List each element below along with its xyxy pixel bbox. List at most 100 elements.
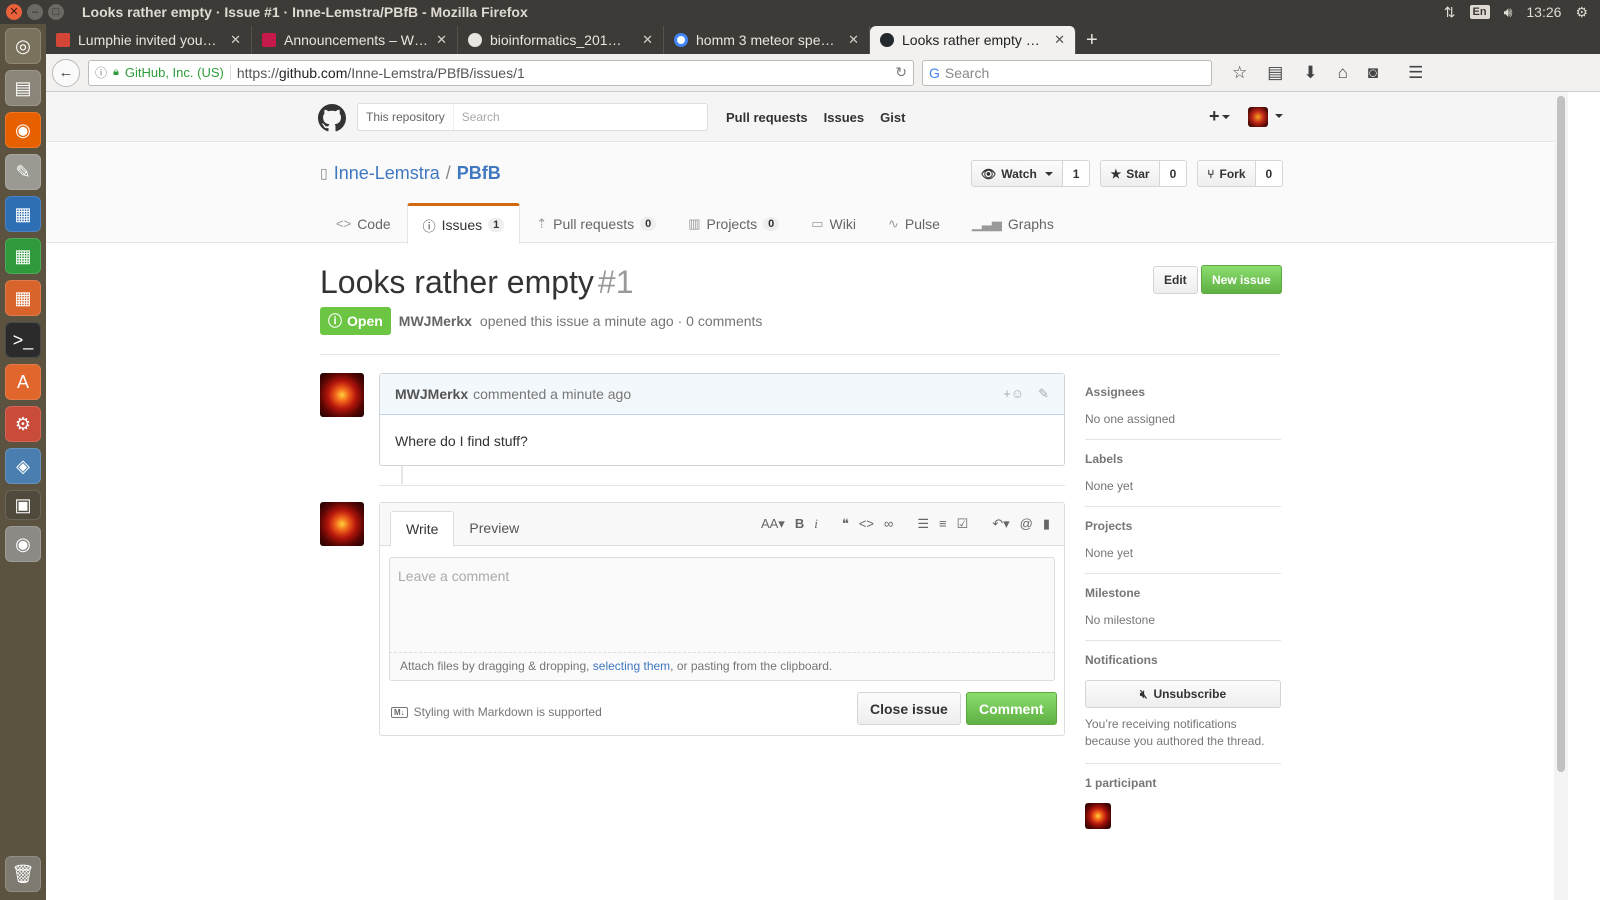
create-new-dropdown[interactable]: + (1209, 106, 1230, 127)
watch-button[interactable]: 👁︎ Watch (972, 161, 1063, 186)
comment-author-link[interactable]: MWJMerkx (395, 386, 468, 402)
trash-icon[interactable]: 🗑︎ (5, 856, 41, 892)
url-bar[interactable]: ⓘ 🔒︎ GitHub, Inc. (US) https://github.co… (88, 59, 914, 86)
tab-projects[interactable]: ▥ Projects 0 (672, 203, 795, 243)
browser-tab[interactable]: Announcements – W… ✕ (252, 26, 458, 54)
calc-icon[interactable]: ▦ (5, 238, 41, 274)
italic-icon[interactable]: i (814, 516, 818, 532)
current-user-avatar[interactable] (320, 502, 364, 546)
reply-icon[interactable]: ↶▾ (992, 516, 1009, 532)
watch-count[interactable]: 1 (1062, 161, 1090, 186)
window-maximize-button[interactable]: □ (48, 4, 64, 20)
code-icon[interactable]: <> (859, 516, 874, 532)
tab-close-icon[interactable]: ✕ (436, 32, 447, 48)
text-editor-icon[interactable]: ✎ (5, 154, 41, 190)
participant-avatar[interactable] (1085, 803, 1111, 829)
star-count[interactable]: 0 (1159, 161, 1187, 186)
markdown-help-link[interactable]: M↓ Styling with Markdown is supported (391, 705, 602, 719)
pocket-icon[interactable]: ◙ (1368, 63, 1378, 83)
sidebar-projects[interactable]: Projects None yet (1085, 507, 1281, 574)
back-button[interactable]: ← (52, 58, 80, 87)
tab-write[interactable]: Write (390, 511, 455, 546)
comment-timestamp[interactable]: commented a minute ago (473, 386, 631, 402)
user-avatar[interactable] (1248, 107, 1268, 127)
sidebar-labels[interactable]: Labels None yet (1085, 440, 1281, 507)
add-reaction-icon[interactable]: +☺ (1003, 386, 1024, 402)
github-logo-icon[interactable] (318, 104, 346, 132)
bulleted-list-icon[interactable]: ☰ (917, 516, 929, 532)
dash-home-icon[interactable]: ◎ (5, 28, 41, 64)
star-button[interactable]: ★ Star (1101, 161, 1160, 186)
attach-files-bar[interactable]: Attach files by dragging & dropping, sel… (389, 653, 1055, 681)
repo-search-input[interactable]: This repository Search (357, 103, 708, 131)
menu-icon[interactable]: ☰ (1408, 63, 1423, 83)
tab-close-icon[interactable]: ✕ (230, 32, 241, 48)
bookmark-star-icon[interactable]: ☆ (1232, 63, 1247, 83)
software-center-icon[interactable]: A (5, 364, 41, 400)
link-icon[interactable]: ∞ (884, 516, 893, 532)
impress-icon[interactable]: ▦ (5, 280, 41, 316)
tab-graphs[interactable]: ▁▃▅ Graphs (956, 203, 1070, 243)
comment-textarea[interactable]: Leave a comment (389, 557, 1055, 653)
numbered-list-icon[interactable]: ≡ (939, 516, 947, 532)
select-files-link[interactable]: selecting them (593, 659, 670, 673)
url-text[interactable]: https://github.com/Inne-Lemstra/PBfB/iss… (237, 65, 889, 81)
system-settings-icon[interactable]: ⚙ (5, 406, 41, 442)
chevron-down-icon[interactable] (1275, 114, 1283, 118)
repo-owner-link[interactable]: Inne-Lemstra (334, 163, 440, 184)
sidebar-milestone[interactable]: Milestone No milestone (1085, 574, 1281, 641)
unsubscribe-button[interactable]: 🔇︎ Unsubscribe (1085, 680, 1281, 708)
reading-list-icon[interactable]: ▤ (1267, 63, 1283, 83)
task-list-icon[interactable]: ☑ (957, 516, 969, 532)
bold-icon[interactable]: B (795, 516, 804, 532)
home-icon[interactable]: ⌂ (1338, 63, 1348, 83)
browser-tab[interactable]: homm 3 meteor spe… ✕ (664, 26, 870, 54)
mention-icon[interactable]: @ (1020, 516, 1033, 532)
power-icon[interactable]: ⚙︎ (1575, 4, 1588, 21)
issue-author-link[interactable]: MWJMerkx (399, 313, 472, 329)
header-nav-issues[interactable]: Issues (824, 110, 864, 125)
network-icon[interactable]: ⇅ (1444, 4, 1456, 21)
tab-close-icon[interactable]: ✕ (642, 32, 653, 48)
firefox-icon[interactable]: ◉ (5, 112, 41, 148)
tab-close-icon[interactable]: ✕ (848, 32, 859, 48)
files-icon[interactable]: ▤ (5, 70, 41, 106)
fork-button[interactable]: ⑂ Fork (1198, 161, 1256, 186)
info-icon[interactable]: ⓘ (95, 64, 107, 81)
repo-name-link[interactable]: PBfB (457, 163, 501, 184)
browser-tab[interactable]: bioinformatics_201… ✕ (458, 26, 664, 54)
header-text-icon[interactable]: AA▾ (761, 516, 785, 532)
pencil-icon[interactable]: ✎ (1038, 386, 1049, 402)
new-issue-button[interactable]: New issue (1201, 265, 1282, 294)
tab-pulse[interactable]: ∿ Pulse (872, 203, 956, 243)
browser-tab-active[interactable]: Looks rather empty … ✕ (870, 26, 1076, 54)
clock[interactable]: 13:26 (1526, 4, 1561, 20)
close-issue-button[interactable]: Close issue (857, 692, 961, 725)
tab-pull-requests[interactable]: ⇡ Pull requests 0 (520, 203, 672, 243)
tab-code[interactable]: <> Code (320, 203, 407, 243)
sidebar-assignees[interactable]: Assignees No one assigned (1085, 373, 1281, 440)
terminal-icon[interactable]: >_ (5, 322, 41, 358)
quote-icon[interactable]: ❝ (842, 516, 849, 532)
downloads-icon[interactable]: ⬇ (1303, 63, 1317, 83)
dvd-drive-icon[interactable]: ◉ (5, 526, 41, 562)
comment-author-avatar[interactable] (320, 373, 364, 417)
window-close-button[interactable]: ✕ (6, 4, 22, 20)
scrollbar-thumb[interactable] (1557, 96, 1565, 772)
tab-preview[interactable]: Preview (454, 511, 534, 545)
volume-icon[interactable]: 🔊︎ (1504, 4, 1513, 21)
site-identity[interactable]: GitHub, Inc. (US) (125, 65, 231, 80)
reload-icon[interactable]: ↻ (895, 64, 907, 81)
page-scrollbar[interactable] (1554, 92, 1568, 900)
workspace-switcher-icon[interactable]: ▣ (5, 490, 41, 520)
keyboard-layout-indicator[interactable]: En (1469, 5, 1490, 19)
header-nav-gist[interactable]: Gist (880, 110, 905, 125)
header-nav-pull-requests[interactable]: Pull requests (726, 110, 808, 125)
edit-title-button[interactable]: Edit (1153, 266, 1198, 294)
comment-button[interactable]: Comment (966, 692, 1057, 725)
window-minimize-button[interactable]: – (27, 4, 43, 20)
bookmark-icon[interactable]: ▮ (1043, 516, 1050, 532)
tab-issues[interactable]: ⓘ Issues 1 (406, 203, 521, 244)
tab-wiki[interactable]: ▭ Wiki (795, 203, 872, 243)
browser-tab[interactable]: Lumphie invited you… ✕ (46, 26, 252, 54)
